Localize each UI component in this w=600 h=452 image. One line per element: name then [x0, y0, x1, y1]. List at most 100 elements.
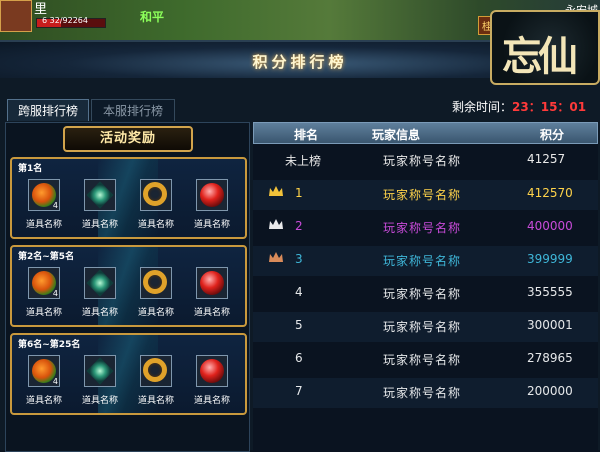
item-name: 道具名称: [137, 220, 174, 230]
tier-label: 第1名: [18, 164, 43, 174]
player-avatar[interactable]: [0, 0, 32, 32]
self-name: 玩家称号名称: [383, 154, 462, 168]
item-name: 道具名称: [193, 396, 230, 406]
item-name: 道具名称: [25, 308, 62, 318]
row-score: 400000: [527, 219, 573, 233]
reward-item[interactable]: 道具名称: [130, 267, 182, 325]
header-rank: 排名: [294, 128, 319, 142]
orb-icon: [200, 183, 224, 207]
item-quantity: 4: [52, 289, 58, 298]
countdown: 剩余时间：23：15：01: [452, 98, 586, 115]
game-logo: 忘仙: [490, 10, 600, 85]
orb-icon: [200, 271, 224, 295]
row-rank: 7: [295, 384, 303, 398]
reward-item[interactable]: 道具名称: [74, 355, 126, 413]
tier-label: 第2名~第5名: [18, 252, 75, 262]
reward-tier: 第6名~第25名 4 道具名称 道具名称 道具名称 道具名称: [10, 333, 247, 415]
pk-mode[interactable]: 和平: [140, 8, 164, 25]
player-name: 里: [34, 2, 48, 17]
reward-item[interactable]: 4 道具名称: [18, 267, 70, 325]
row-rank: 6: [295, 351, 303, 365]
item-name: 道具名称: [81, 220, 118, 230]
table-row[interactable]: 5 玩家称号名称 300001: [253, 312, 598, 342]
row-score: 355555: [527, 285, 573, 299]
game-logo-text: 忘仙: [502, 33, 578, 80]
row-score: 399999: [527, 252, 573, 266]
row-name: 玩家称号名称: [383, 188, 462, 202]
item-slot[interactable]: [84, 267, 116, 299]
row-rank: 3: [295, 252, 303, 266]
row-name: 玩家称号名称: [383, 320, 462, 334]
table-row[interactable]: 2 玩家称号名称 400000: [253, 213, 598, 243]
self-score: 41257: [527, 152, 566, 166]
reward-item[interactable]: 道具名称: [186, 179, 238, 237]
item-slot[interactable]: 4: [28, 179, 60, 211]
ring-icon: [143, 270, 167, 294]
item-slot[interactable]: [196, 267, 228, 299]
item-slot[interactable]: [196, 179, 228, 211]
item-slot[interactable]: [84, 355, 116, 387]
row-score: 200000: [527, 384, 573, 398]
reward-item[interactable]: 4 道具名称: [18, 179, 70, 237]
orb-icon: [200, 359, 224, 383]
leaderboard-table: 排名 玩家信息 积分 未上榜 玩家称号名称 41257 1 玩家称号名称 41257…: [253, 122, 598, 452]
rewards-section: 活动奖励 第1名 4 道具名称 道具名称 道具名称 道具名称 第2名~第5名 4 道具名称 道具名…: [5, 122, 250, 452]
row-name: 玩家称号名称: [383, 254, 462, 268]
row-score: 412570: [527, 186, 573, 200]
reward-item[interactable]: 道具名称: [74, 179, 126, 237]
item-slot[interactable]: 4: [28, 355, 60, 387]
item-slot[interactable]: [84, 179, 116, 211]
countdown-label: 剩余时间：: [452, 100, 513, 114]
item-slot[interactable]: [196, 355, 228, 387]
header-score: 积分: [540, 128, 565, 142]
item-slot[interactable]: [140, 179, 172, 211]
row-score: 278965: [527, 351, 573, 365]
reward-item[interactable]: 道具名称: [74, 267, 126, 325]
reward-item[interactable]: 道具名称: [186, 267, 238, 325]
item-quantity: 4: [52, 377, 58, 386]
item-quantity: 4: [52, 201, 58, 210]
gem-icon: [86, 357, 114, 385]
item-name: 道具名称: [81, 308, 118, 318]
item-name: 道具名称: [193, 220, 230, 230]
table-row[interactable]: 1 玩家称号名称 412570: [253, 180, 598, 210]
row-rank: 2: [295, 219, 303, 233]
hp-text: 6 32/92264: [42, 16, 88, 25]
ring-icon: [143, 182, 167, 206]
reward-tier: 第2名~第5名 4 道具名称 道具名称 道具名称 道具名称: [10, 245, 247, 327]
table-row[interactable]: 3 玩家称号名称 399999: [253, 246, 598, 276]
row-rank: 1: [295, 186, 303, 200]
crown-icon: [269, 219, 283, 229]
row-score: 300001: [527, 318, 573, 332]
reward-item[interactable]: 道具名称: [130, 179, 182, 237]
rewards-header: 活动奖励: [63, 126, 193, 152]
table-row[interactable]: 7 玩家称号名称 200000: [253, 378, 598, 408]
header-player: 玩家信息: [372, 128, 421, 142]
row-name: 玩家称号名称: [383, 221, 462, 235]
row-rank: 5: [295, 318, 303, 332]
gem-icon: [86, 181, 114, 209]
table-row[interactable]: 4 玩家称号名称 355555: [253, 279, 598, 309]
reward-item[interactable]: 4 道具名称: [18, 355, 70, 413]
reward-item[interactable]: 道具名称: [130, 355, 182, 413]
item-slot[interactable]: [140, 355, 172, 387]
gem-icon: [86, 269, 114, 297]
row-name: 玩家称号名称: [383, 287, 462, 301]
item-name: 道具名称: [193, 308, 230, 318]
item-slot[interactable]: [140, 267, 172, 299]
tier-label: 第6名~第25名: [18, 340, 81, 350]
countdown-value: 23：15：01: [512, 100, 587, 114]
row-rank: 4: [295, 285, 303, 299]
reward-tier: 第1名 4 道具名称 道具名称 道具名称 道具名称: [10, 157, 247, 239]
item-name: 道具名称: [81, 396, 118, 406]
tab-cross-server[interactable]: 跨服排行榜: [7, 99, 89, 121]
item-name: 道具名称: [25, 220, 62, 230]
tab-this-server[interactable]: 本服排行榜: [91, 99, 175, 121]
ring-icon: [143, 358, 167, 382]
table-row[interactable]: 6 玩家称号名称 278965: [253, 345, 598, 375]
item-name: 道具名称: [25, 396, 62, 406]
item-slot[interactable]: 4: [28, 267, 60, 299]
reward-item[interactable]: 道具名称: [186, 355, 238, 413]
item-name: 道具名称: [137, 308, 174, 318]
crown-icon: [269, 186, 283, 196]
